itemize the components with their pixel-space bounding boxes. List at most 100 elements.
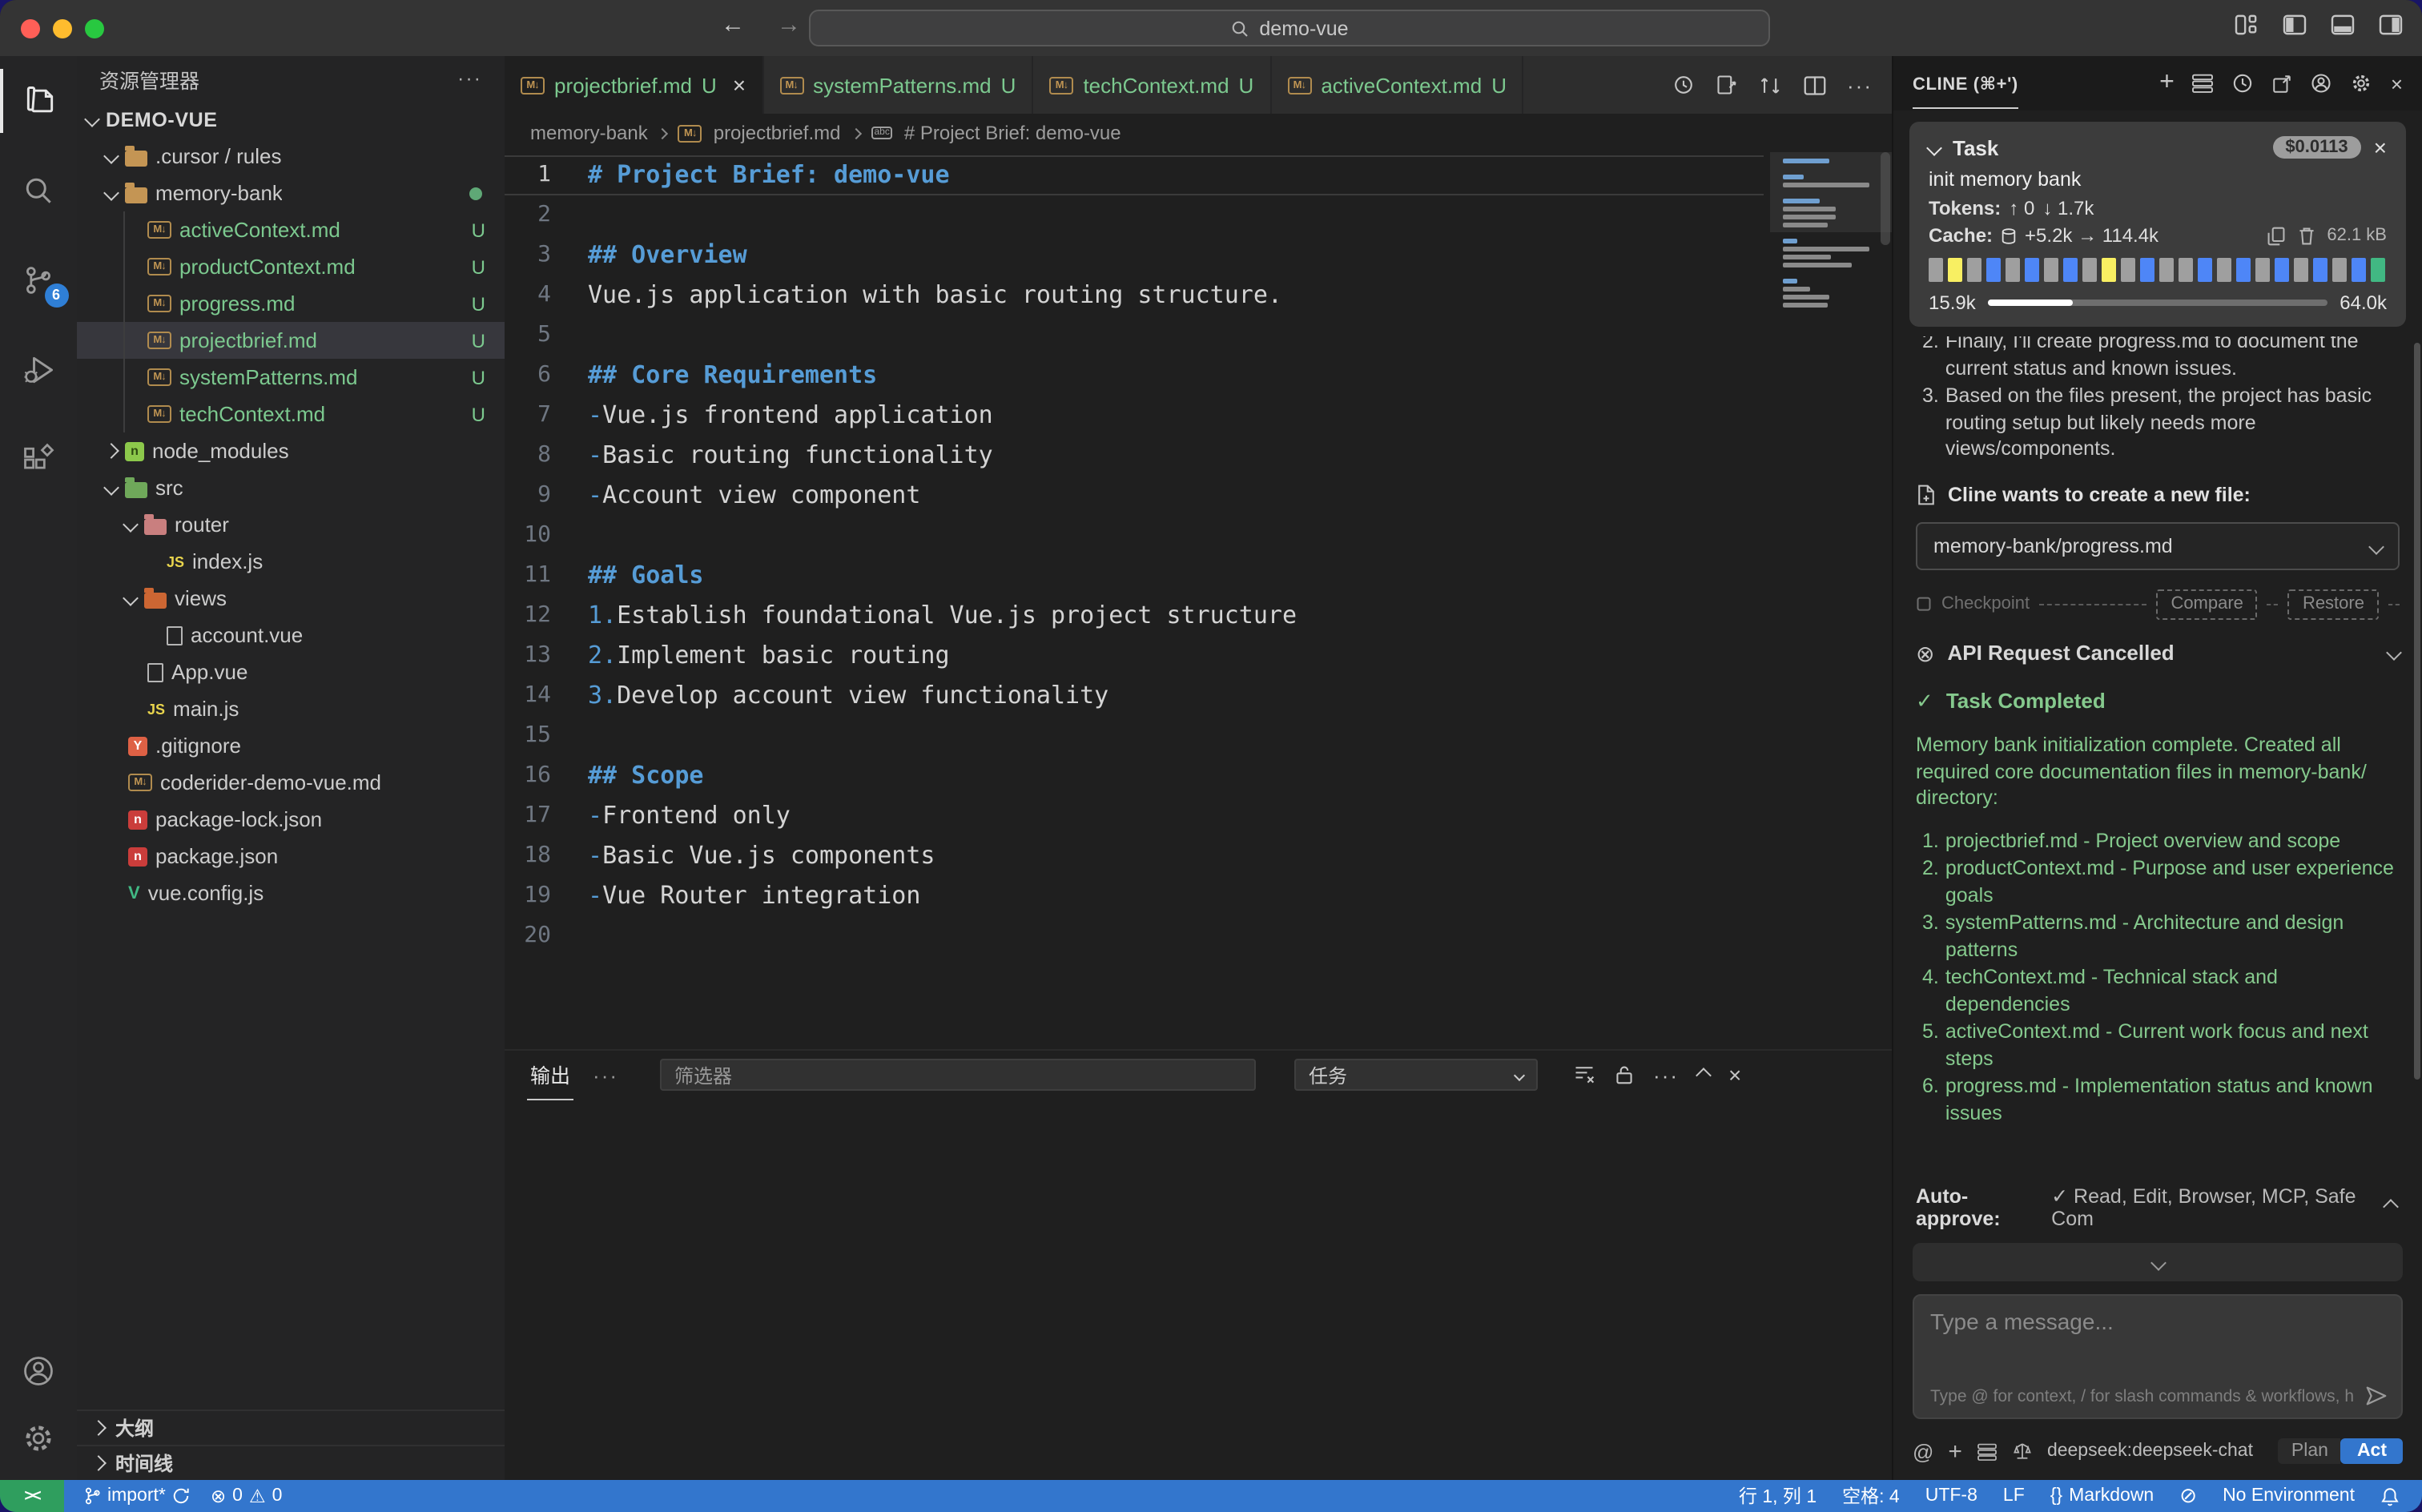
tree-item-src[interactable]: src [77,469,505,506]
explorer-more-actions-icon[interactable]: ··· [457,67,482,90]
code-line-4[interactable]: 4Vue.js application with basic routing s… [505,275,1764,316]
editor-tab-activecontext-md[interactable]: M↓activeContext.mdU [1271,56,1524,114]
send-icon[interactable] [2364,1384,2388,1408]
panel-more-tabs-icon[interactable]: ··· [593,1063,618,1087]
code-line-15[interactable]: 15 [505,716,1764,756]
code-line-12[interactable]: 121. Establish foundational Vue.js proje… [505,596,1764,636]
minimize-window-button[interactable] [53,19,72,38]
code-line-10[interactable]: 10 [505,516,1764,556]
close-task-icon[interactable]: × [2374,135,2387,160]
encoding[interactable]: UTF-8 [1925,1486,1977,1506]
code-line-13[interactable]: 132. Implement basic routing [505,636,1764,676]
message-input[interactable]: Type a message... Type @ for context, / … [1913,1294,2403,1419]
tree-item-systempatterns-md[interactable]: M↓systemPatterns.mdU [77,359,505,396]
history-icon[interactable] [2232,72,2255,94]
toggle-secondary-sidebar-icon[interactable] [2379,14,2403,35]
toggle-primary-sidebar-icon[interactable] [2283,14,2307,35]
panel-more-actions-icon[interactable]: ··· [1653,1063,1679,1087]
tree-item-demo-vue[interactable]: DEMO-VUE [77,101,505,138]
delete-icon[interactable] [2296,225,2315,246]
code-line-8[interactable]: 8- Basic routing functionality [505,436,1764,476]
outline-section[interactable]: 大纲 [77,1409,505,1445]
tree-item-productcontext-md[interactable]: M↓productContext.mdU [77,248,505,285]
tree-item-views[interactable]: views [77,580,505,617]
code-line-7[interactable]: 7- Vue.js frontend application [505,396,1764,436]
problems-item[interactable]: ⊗0 ⚠0 [211,1485,283,1507]
tree-item-main-js[interactable]: JSmain.js [77,690,505,727]
lock-output-icon[interactable] [1615,1064,1634,1086]
close-panel-icon[interactable]: × [1728,1062,1741,1088]
tree-item-progress-md[interactable]: M↓progress.mdU [77,285,505,322]
compare-button[interactable]: Compare [2156,589,2258,619]
code-line-17[interactable]: 17- Frontend only [505,796,1764,836]
code-line-20[interactable]: 20 [505,916,1764,956]
mcp-servers-icon[interactable] [2192,74,2215,93]
tree-item-package-lock-json[interactable]: npackage-lock.json [77,801,505,838]
toggle-panel-icon[interactable] [2331,14,2355,35]
settings-gear-icon[interactable] [0,1406,77,1470]
editor-tab-projectbrief-md[interactable]: M↓projectbrief.mdU× [505,56,763,114]
tree-item-activecontext-md[interactable]: M↓activeContext.mdU [77,211,505,248]
close-window-button[interactable] [21,19,40,38]
tree-item-memory-bank[interactable]: memory-bank [77,175,505,211]
tree-item-app-vue[interactable]: App.vue [77,653,505,690]
code-line-5[interactable]: 5 [505,316,1764,356]
mention-icon[interactable]: @ [1913,1439,1933,1463]
code-line-2[interactable]: 2 [505,195,1764,235]
new-file-path[interactable]: memory-bank/progress.md [1916,522,2400,570]
compare-changes-icon[interactable] [1759,74,1783,95]
tree-item-techcontext-md[interactable]: M↓techContext.mdU [77,396,505,432]
open-changes-icon[interactable] [1716,74,1738,96]
maximize-panel-icon[interactable] [1696,1067,1712,1083]
customize-layout-icon[interactable] [2235,14,2259,35]
code-line-16[interactable]: 16## Scope [505,756,1764,796]
account-icon[interactable] [2311,72,2333,94]
code-line-1[interactable]: 1# Project Brief: demo-vue [505,155,1764,195]
language-mode[interactable]: {} Markdown [2050,1486,2154,1506]
expand-approve-bar[interactable] [1913,1243,2403,1281]
tree-item-projectbrief-md[interactable]: M↓projectbrief.mdU [77,322,505,359]
close-tab-icon[interactable]: × [733,72,746,98]
code-line-3[interactable]: 3## Overview [505,235,1764,275]
add-context-icon[interactable]: + [1948,1438,1962,1465]
tree-item-package-json[interactable]: npackage.json [77,838,505,875]
tree-item-account-vue[interactable]: account.vue [77,617,505,653]
code-line-11[interactable]: 11## Goals [505,556,1764,596]
timeline-clock-icon[interactable] [1672,74,1695,96]
editor-scrollbar[interactable] [1881,152,1890,245]
code-editor[interactable]: 1# Project Brief: demo-vue23## Overview4… [505,152,1892,1049]
editor-tab-systempatterns-md[interactable]: M↓systemPatterns.mdU [763,56,1033,114]
editor-tab-techcontext-md[interactable]: M↓techContext.mdU [1033,56,1271,114]
cline-tab[interactable]: CLINE (⌘+') [1913,58,2018,108]
run-debug-activity-icon[interactable] [0,338,77,402]
output-channel-select[interactable]: 任务 [1294,1059,1538,1091]
environment[interactable]: No Environment [2223,1486,2355,1506]
git-branch-item[interactable]: import* [83,1486,191,1506]
remote-indicator[interactable]: >< [0,1480,64,1512]
cursor-position[interactable]: 行 1, 列 1 [1739,1483,1816,1509]
output-tab[interactable]: 输出 [527,1050,573,1100]
explorer-activity-icon[interactable] [0,69,77,133]
new-task-icon[interactable]: + [2159,69,2175,98]
tree-item-index-js[interactable]: JSindex.js [77,543,505,580]
command-center-search[interactable]: demo-vue [809,10,1770,46]
timeline-section[interactable]: 时间线 [77,1445,505,1480]
search-activity-icon[interactable] [0,159,77,223]
code-line-6[interactable]: 6## Core Requirements [505,356,1764,396]
minimap[interactable] [1783,159,1876,319]
settings-gear-icon[interactable] [2351,72,2373,94]
clear-output-icon[interactable] [1573,1064,1595,1086]
output-filter-input[interactable]: 筛选器 [660,1059,1256,1091]
api-cancelled-row[interactable]: ⊗ API Request Cancelled [1916,638,2400,668]
source-control-activity-icon[interactable]: 6 [0,248,77,312]
chat-scrollbar[interactable] [2414,343,2420,1080]
code-line-14[interactable]: 143. Develop account view functionality [505,676,1764,716]
breadcrumb[interactable]: memory-bank M↓ projectbrief.md abc # Pro… [505,114,1892,152]
copy-icon[interactable] [2266,225,2285,246]
model-name[interactable]: deepseek:deepseek-chat [2047,1442,2253,1461]
tree-item--gitignore[interactable]: Y.gitignore [77,727,505,764]
rules-scale-icon[interactable] [2012,1442,2033,1461]
tree-item-router[interactable]: router [77,506,505,543]
editor-more-actions-icon[interactable]: ··· [1847,73,1873,97]
forward-icon[interactable]: → [777,11,801,38]
